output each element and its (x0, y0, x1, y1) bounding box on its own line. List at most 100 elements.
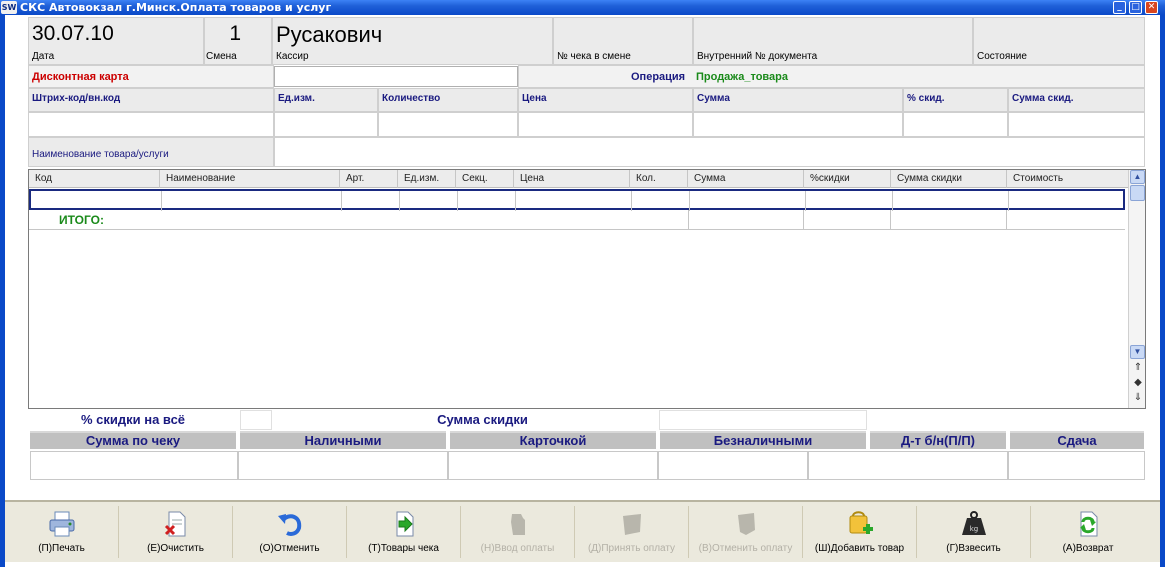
maximize-button[interactable]: □ (1129, 1, 1142, 14)
cashless-field[interactable] (658, 451, 808, 480)
check-items-button[interactable]: (Т)Товары чека (347, 506, 461, 558)
unit-header: Ед.изм. (274, 88, 378, 112)
window-frame-right (1160, 15, 1165, 567)
discount-card-label-cell: Дисконтная карта (28, 65, 274, 88)
return-icon (1080, 511, 1098, 537)
print-button-label: (П)Печать (38, 543, 85, 554)
price-input[interactable] (518, 112, 693, 137)
return-button[interactable]: (А)Возврат (1031, 506, 1145, 558)
cancel-button-label: (О)Отменить (259, 543, 320, 554)
accept-payment-button-label: (Д)Принять оплату (587, 543, 676, 554)
discount-card-input[interactable] (274, 66, 518, 87)
col-discount-percent[interactable]: %скидки (804, 170, 891, 188)
scroll-down-button[interactable]: ▼ (1130, 345, 1145, 359)
cashier-value: Русакович (276, 22, 383, 47)
discount-all-label: % скидки на всё (80, 412, 186, 427)
app-logo-icon: SW (1, 1, 17, 14)
barcode-header: Штрих-код/вн.код (28, 88, 274, 112)
grid-header: Код Наименование Арт. Ед.изм. Секц. Цена… (29, 170, 1128, 188)
grid-scrollbar[interactable]: ▲ ▼ ⇑ ◆ ⇓ (1128, 170, 1145, 408)
page-down-icon[interactable]: ⇓ (1132, 392, 1144, 404)
state-label: Состояние (977, 51, 1027, 62)
operation-value: Продажа_товара (696, 71, 789, 83)
payment-entry-button[interactable]: (Н)Ввод оплаты (461, 506, 575, 558)
accept-payment-button[interactable]: (Д)Принять оплату (575, 506, 689, 558)
svg-text:kg: kg (970, 525, 979, 533)
product-name-label-cell: Наименование товара/услуги (28, 137, 274, 167)
close-button[interactable]: ✕ (1145, 1, 1158, 14)
table-row[interactable] (29, 189, 1125, 211)
add-product-button[interactable]: (Ш)Добавить товар (803, 506, 917, 558)
cancel-button[interactable]: (О)Отменить (233, 506, 347, 558)
change-header: Сдача (1010, 431, 1144, 449)
card-header: Карточкой (450, 431, 656, 449)
document-number-label: Внутренний № документа (697, 51, 818, 62)
col-unit[interactable]: Ед.изм. (398, 170, 456, 188)
cashless-header: Безналичными (660, 431, 866, 449)
shift-label: Смена (206, 51, 237, 62)
shift-value: 1 (229, 22, 241, 45)
quantity-input[interactable] (378, 112, 518, 137)
col-price[interactable]: Цена (514, 170, 630, 188)
debit-pp-field[interactable] (808, 451, 1008, 480)
discount-sum-input[interactable] (1008, 112, 1145, 137)
sum-input[interactable] (693, 112, 903, 137)
discount-percent-header: % скид. (903, 88, 1008, 112)
col-discount-sum[interactable]: Сумма скидки (891, 170, 1007, 188)
col-cost[interactable]: Стоимость (1007, 170, 1128, 188)
product-name-input[interactable] (274, 137, 1145, 167)
page-up-icon[interactable]: ⇑ (1132, 362, 1144, 374)
check-sum-header: Сумма по чеку (30, 431, 236, 449)
barcode-input[interactable] (28, 112, 274, 137)
items-grid[interactable]: Код Наименование Арт. Ед.изм. Секц. Цена… (28, 169, 1146, 409)
payment-entry-icon (511, 514, 525, 535)
clear-button[interactable]: (Е)Очистить (119, 506, 233, 558)
cancel-payment-button[interactable]: (В)Отменить оплату (689, 506, 803, 558)
cash-header: Наличными (240, 431, 446, 449)
col-section[interactable]: Секц. (456, 170, 514, 188)
center-icon[interactable]: ◆ (1132, 377, 1144, 389)
col-article[interactable]: Арт. (340, 170, 398, 188)
col-code[interactable]: Код (29, 170, 160, 188)
col-sum[interactable]: Сумма (688, 170, 804, 188)
date-label: Дата (32, 51, 55, 62)
discount-sum-header: Сумма скид. (1008, 88, 1145, 112)
check-items-button-label: (Т)Товары чека (368, 543, 439, 554)
quantity-header: Количество (378, 88, 518, 112)
cash-field[interactable] (238, 451, 448, 480)
check-sum-field[interactable] (30, 451, 238, 480)
undo-arrow-icon (278, 514, 302, 536)
unit-input[interactable] (274, 112, 378, 137)
cancel-payment-icon (738, 513, 755, 535)
change-field[interactable] (1008, 451, 1145, 480)
sum-header: Сумма (693, 88, 903, 112)
document-number-cell: Внутренний № документа (693, 17, 973, 65)
scroll-thumb[interactable] (1130, 185, 1145, 201)
cashier-label: Кассир (276, 51, 309, 62)
print-button[interactable]: (П)Печать (5, 506, 119, 558)
shift-cell: 1 Смена (204, 17, 272, 65)
col-qty[interactable]: Кол. (630, 170, 688, 188)
date-cell: 30.07.10 Дата (28, 17, 204, 65)
scroll-up-button[interactable]: ▲ (1130, 170, 1145, 184)
card-field[interactable] (448, 451, 658, 480)
product-name-label: Наименование товара/услуги (32, 149, 169, 160)
discount-card-label: Дисконтная карта (32, 71, 129, 83)
window-frame-left (0, 15, 5, 567)
col-name[interactable]: Наименование (160, 170, 340, 188)
total-label: ИТОГО: (59, 213, 104, 227)
weigh-button[interactable]: kg (Г)Взвесить (917, 506, 1031, 558)
check-number-label: № чека в смене (557, 51, 631, 62)
check-items-icon (396, 511, 414, 537)
clear-button-label: (Е)Очистить (147, 543, 204, 554)
date-value: 30.07.10 (32, 22, 114, 45)
discount-percent-input[interactable] (903, 112, 1008, 137)
cancel-payment-button-label: (В)Отменить оплату (698, 543, 793, 554)
total-row: ИТОГО: (29, 210, 1125, 230)
discount-all-input[interactable] (240, 410, 272, 430)
state-cell: Состояние (973, 17, 1145, 65)
weigh-button-label: (Г)Взвесить (946, 543, 1001, 554)
cashier-cell: Русакович Кассир (272, 17, 553, 65)
clear-document-icon (164, 511, 186, 537)
minimize-button[interactable]: _ (1113, 1, 1126, 14)
